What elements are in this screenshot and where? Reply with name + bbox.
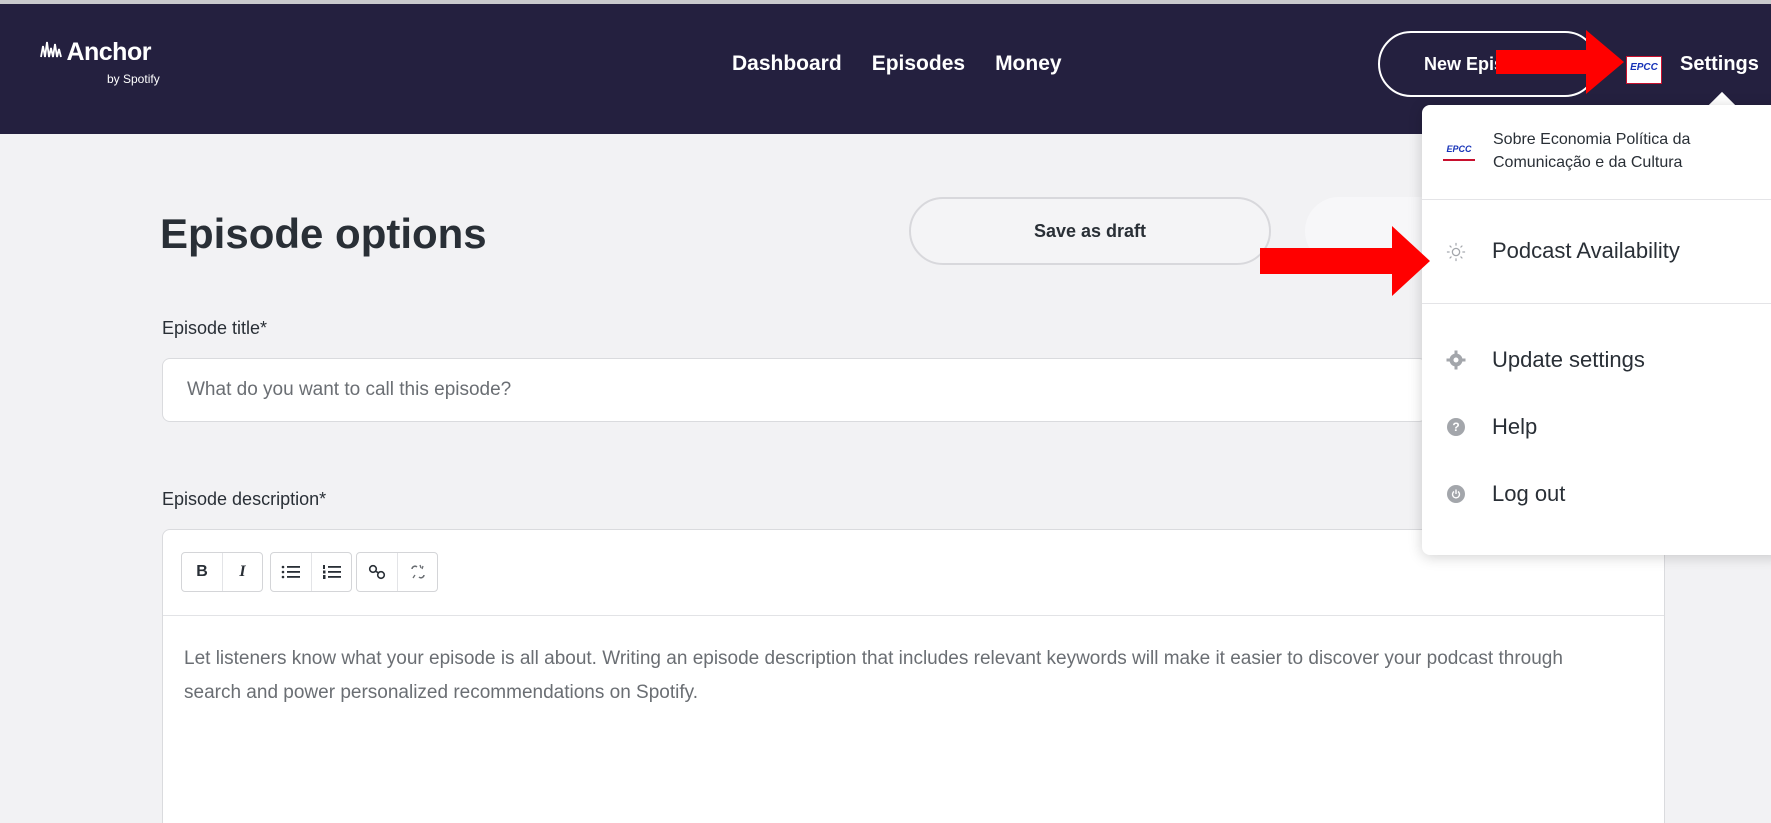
settings-dropdown: EPCC Sobre Economia Política da Comunica… (1422, 105, 1771, 555)
anchor-wave-icon (40, 41, 64, 60)
logo-subtitle: by Spotify (107, 72, 160, 86)
bold-button[interactable]: B (182, 553, 222, 591)
episode-title-label: Episode title* (162, 318, 268, 338)
link-group (356, 552, 438, 592)
podcast-avatar[interactable]: EPCC (1626, 56, 1662, 84)
settings-menu-toggle[interactable]: Settings (1680, 53, 1759, 76)
annotation-arrow-settings (1496, 30, 1624, 94)
menu-label-update-settings: Update settings (1492, 347, 1645, 372)
menu-item-help[interactable]: ? Help (1422, 402, 1771, 452)
nav-money[interactable]: Money (995, 52, 1062, 76)
logo-name: Anchor (66, 38, 151, 66)
format-group: B I (181, 552, 263, 592)
save-as-draft-button[interactable]: Save as draft (909, 197, 1271, 265)
account-name: Sobre Economia Política da Comunicação e… (1493, 128, 1690, 174)
annotation-arrow-podcast-availability (1260, 226, 1430, 296)
account-name-line1: Sobre Economia Política da (1493, 131, 1691, 148)
unlink-icon[interactable] (397, 553, 437, 591)
anchor-logo[interactable]: Anchor by Spotify (40, 38, 160, 86)
numbered-list-icon[interactable] (311, 553, 351, 591)
menu-item-podcast-availability[interactable]: Podcast Availability (1422, 200, 1771, 303)
gear-icon (1446, 350, 1466, 370)
italic-button[interactable]: I (222, 553, 262, 591)
menu-label-log-out: Log out (1492, 481, 1566, 506)
sun-icon (1446, 242, 1466, 262)
main-nav: Dashboard Episodes Money (732, 52, 1062, 76)
account-avatar: EPCC (1443, 141, 1475, 161)
menu-label-podcast-availability: Podcast Availability (1492, 238, 1680, 263)
link-icon[interactable] (357, 553, 397, 591)
menu-item-update-settings[interactable]: Update settings (1422, 335, 1771, 385)
menu-item-log-out[interactable]: Log out (1422, 469, 1771, 519)
episode-description-label: Episode description* (162, 489, 327, 509)
help-icon: ? (1446, 417, 1466, 437)
nav-episodes[interactable]: Episodes (872, 52, 965, 76)
episode-title-input[interactable]: What do you want to call this episode? (162, 358, 1427, 422)
power-icon (1446, 484, 1466, 504)
account-name-line2: Comunicação e da Cultura (1493, 154, 1683, 171)
nav-dashboard[interactable]: Dashboard (732, 52, 842, 76)
description-editor: B I Let listeners know what your episode… (162, 529, 1665, 823)
menu-label-help: Help (1492, 414, 1538, 439)
list-group (270, 552, 352, 592)
account-switcher[interactable]: EPCC Sobre Economia Política da Comunica… (1422, 105, 1771, 200)
bullet-list-icon[interactable] (271, 553, 311, 591)
page-title: Episode options (160, 210, 487, 257)
description-textarea[interactable]: Let listeners know what your episode is … (184, 642, 1624, 710)
menu-divider (1422, 303, 1771, 304)
